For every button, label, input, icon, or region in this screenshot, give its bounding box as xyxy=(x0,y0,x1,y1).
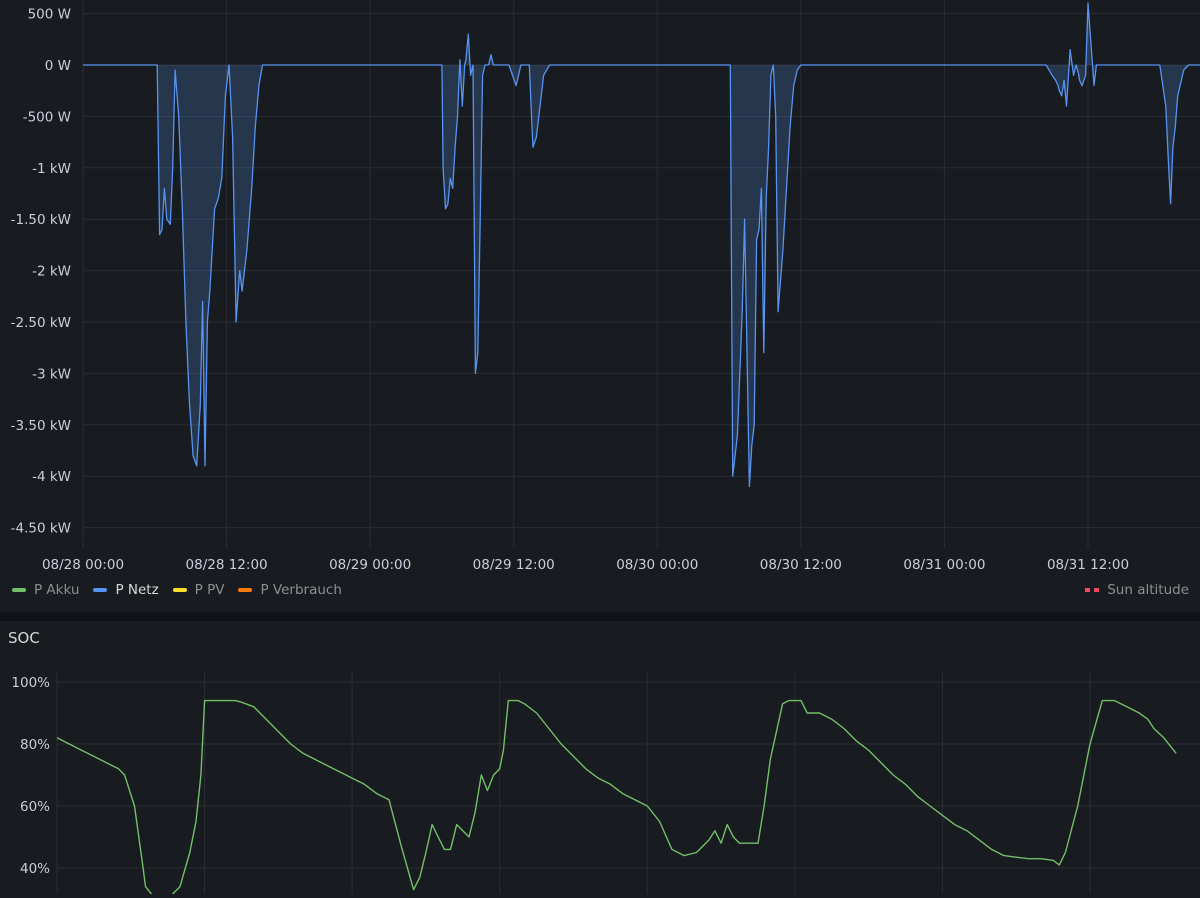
legend-label: P Akku xyxy=(34,582,80,598)
power-panel: 500 W 0 W -500 W -1 kW -1.50 kW -2 kW -2.50 kW… xyxy=(0,0,1200,612)
y-tick-label: -1 kW xyxy=(32,161,71,177)
y-tick-label: -4 kW xyxy=(32,469,71,485)
y-tick-label: -500 W xyxy=(23,109,71,125)
legend-swatch-icon xyxy=(93,588,108,592)
legend-item-sun-altitude[interactable]: Sun altitude xyxy=(1085,582,1189,598)
legend-item-p-pv[interactable]: P PV xyxy=(172,582,225,598)
x-tick-label: 08/30 12:00 xyxy=(760,557,842,573)
panel-title: SOC xyxy=(8,629,40,647)
soc-panel: SOC 100% 80% 60% 40% xyxy=(0,621,1200,898)
legend-swatch-icon xyxy=(12,588,26,592)
panel-divider xyxy=(0,612,1200,621)
x-tick-label: 08/29 12:00 xyxy=(473,557,555,573)
y-tick-label: 80% xyxy=(20,737,50,753)
x-tick-label: 08/28 00:00 xyxy=(42,557,124,573)
y-tick-label: 500 W xyxy=(28,7,71,23)
legend-item-p-verbrauch[interactable]: P Verbrauch xyxy=(238,582,342,598)
y-tick-label: -2.50 kW xyxy=(11,315,71,331)
power-legend: P Akku P Netz P PV P Verbrauch xyxy=(12,582,342,598)
y-tick-label: -4.50 kW xyxy=(11,521,71,537)
legend-swatch-icon xyxy=(238,588,253,592)
legend-item-p-netz[interactable]: P Netz xyxy=(93,582,159,598)
legend-label: P Netz xyxy=(115,582,159,598)
x-tick-label: 08/31 12:00 xyxy=(1047,557,1129,573)
legend-label: P PV xyxy=(194,582,225,598)
y-tick-label: 100% xyxy=(11,675,50,691)
x-tick-label: 08/29 00:00 xyxy=(329,557,411,573)
power-chart: 500 W 0 W -500 W -1 kW -1.50 kW -2 kW -2.50 kW… xyxy=(11,0,1200,573)
legend-label: P Verbrauch xyxy=(260,582,342,598)
dashed-line-swatch-icon xyxy=(1085,588,1100,592)
y-tick-label: -3 kW xyxy=(32,366,71,382)
y-tick-label: 40% xyxy=(20,861,50,877)
legend-label: Sun altitude xyxy=(1107,582,1189,598)
x-tick-label: 08/31 00:00 xyxy=(903,557,985,573)
legend-swatch-icon xyxy=(172,588,187,592)
soc-chart: 100% 80% 60% 40% xyxy=(11,671,1200,898)
y-tick-label: 60% xyxy=(20,799,50,815)
legend-item-p-akku[interactable]: P Akku xyxy=(12,582,79,598)
x-tick-label: 08/30 00:00 xyxy=(616,557,698,573)
soc-line xyxy=(56,699,1177,898)
y-tick-label: 0 W xyxy=(45,58,71,74)
y-tick-label: -2 kW xyxy=(32,264,71,280)
x-tick-label: 08/28 12:00 xyxy=(186,557,268,573)
p-netz-area xyxy=(83,3,1200,487)
y-tick-label: -1.50 kW xyxy=(11,212,71,228)
y-tick-label: -3.50 kW xyxy=(11,418,71,434)
